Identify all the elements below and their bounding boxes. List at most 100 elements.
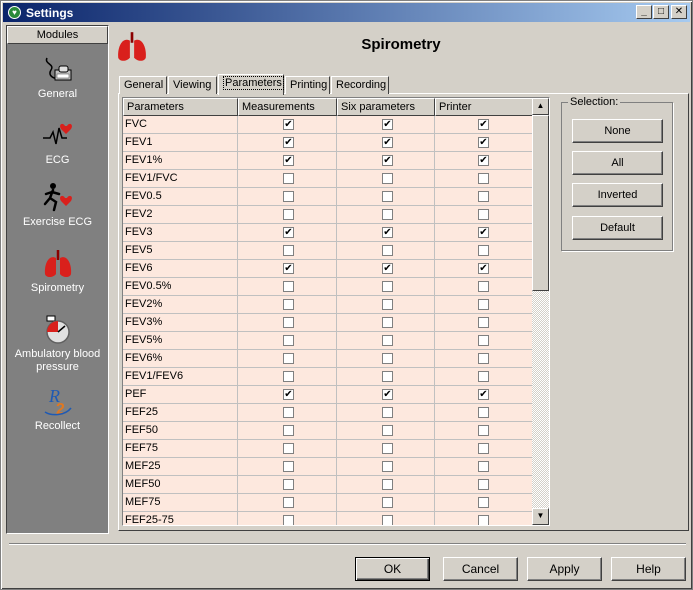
six-parameters-checkbox[interactable]: ✔ bbox=[382, 119, 393, 130]
printer-checkbox[interactable]: ✔ bbox=[478, 389, 489, 400]
six-parameters-checkbox[interactable] bbox=[382, 371, 393, 382]
measurements-checkbox[interactable] bbox=[283, 209, 294, 220]
printer-checkbox[interactable] bbox=[478, 461, 489, 472]
six-parameters-checkbox[interactable] bbox=[382, 299, 393, 310]
module-exercise-ecg[interactable]: Exercise ECG bbox=[7, 182, 108, 229]
measurements-checkbox[interactable] bbox=[283, 479, 294, 490]
printer-checkbox[interactable] bbox=[478, 425, 489, 436]
printer-checkbox[interactable] bbox=[478, 281, 489, 292]
measurements-checkbox[interactable]: ✔ bbox=[283, 137, 294, 148]
module-ecg[interactable]: ECG bbox=[7, 120, 108, 167]
tab-viewing[interactable]: Viewing bbox=[168, 76, 217, 94]
module-general[interactable]: General bbox=[7, 54, 108, 101]
six-parameters-checkbox[interactable] bbox=[382, 407, 393, 418]
measurements-checkbox[interactable] bbox=[283, 515, 294, 525]
measurements-checkbox[interactable] bbox=[283, 335, 294, 346]
vertical-scrollbar[interactable]: ▲ ▼ bbox=[532, 98, 549, 525]
measurements-checkbox[interactable] bbox=[283, 371, 294, 382]
six-parameters-checkbox[interactable]: ✔ bbox=[382, 155, 393, 166]
printer-checkbox[interactable] bbox=[478, 245, 489, 256]
column-header-parameters[interactable]: Parameters bbox=[123, 98, 238, 116]
six-parameters-checkbox[interactable]: ✔ bbox=[382, 263, 393, 274]
printer-checkbox[interactable] bbox=[478, 515, 489, 525]
measurements-checkbox[interactable] bbox=[283, 245, 294, 256]
measurements-checkbox[interactable]: ✔ bbox=[283, 263, 294, 274]
six-parameters-checkbox[interactable] bbox=[382, 317, 393, 328]
measurements-checkbox[interactable]: ✔ bbox=[283, 119, 294, 130]
measurements-checkbox[interactable] bbox=[283, 407, 294, 418]
scroll-up-button[interactable]: ▲ bbox=[532, 98, 549, 115]
printer-checkbox[interactable]: ✔ bbox=[478, 263, 489, 274]
six-parameters-checkbox[interactable] bbox=[382, 191, 393, 202]
module-recollect[interactable]: R 2 Recollect bbox=[7, 386, 108, 433]
select-all-button[interactable]: All bbox=[572, 151, 663, 175]
printer-checkbox[interactable] bbox=[478, 371, 489, 382]
six-parameters-checkbox[interactable]: ✔ bbox=[382, 227, 393, 238]
six-parameters-checkbox[interactable]: ✔ bbox=[382, 137, 393, 148]
measurements-checkbox[interactable] bbox=[283, 173, 294, 184]
column-header-measurements[interactable]: Measurements bbox=[238, 98, 337, 116]
maximize-button[interactable]: □ bbox=[653, 5, 669, 19]
six-parameters-checkbox[interactable] bbox=[382, 353, 393, 364]
measurements-checkbox[interactable] bbox=[283, 425, 294, 436]
measurements-checkbox[interactable] bbox=[283, 281, 294, 292]
printer-checkbox[interactable]: ✔ bbox=[478, 227, 489, 238]
title-bar[interactable]: ♥ Settings _ □ ✕ bbox=[3, 3, 690, 22]
printer-checkbox[interactable] bbox=[478, 479, 489, 490]
six-parameters-checkbox[interactable] bbox=[382, 497, 393, 508]
measurements-checkbox[interactable] bbox=[283, 191, 294, 202]
apply-button[interactable]: Apply bbox=[527, 557, 602, 581]
measurements-checkbox[interactable]: ✔ bbox=[283, 155, 294, 166]
measurements-checkbox[interactable] bbox=[283, 497, 294, 508]
column-header-printer[interactable]: Printer bbox=[435, 98, 533, 116]
printer-checkbox[interactable] bbox=[478, 317, 489, 328]
tab-general[interactable]: General bbox=[119, 76, 167, 94]
six-parameters-checkbox[interactable] bbox=[382, 209, 393, 220]
select-inverted-button[interactable]: Inverted bbox=[572, 183, 663, 207]
module-ambulatory-blood-pressure[interactable]: Ambulatory blood pressure bbox=[7, 314, 108, 374]
scroll-thumb[interactable] bbox=[532, 115, 549, 291]
printer-checkbox[interactable] bbox=[478, 497, 489, 508]
printer-checkbox[interactable] bbox=[478, 191, 489, 202]
tab-parameters[interactable]: Parameters bbox=[218, 74, 284, 95]
printer-checkbox[interactable]: ✔ bbox=[478, 119, 489, 130]
scroll-down-button[interactable]: ▼ bbox=[532, 508, 549, 525]
measurements-checkbox[interactable] bbox=[283, 317, 294, 328]
measurements-checkbox[interactable] bbox=[283, 353, 294, 364]
printer-checkbox[interactable] bbox=[478, 209, 489, 220]
six-parameters-checkbox[interactable] bbox=[382, 443, 393, 454]
printer-checkbox[interactable] bbox=[478, 335, 489, 346]
printer-checkbox[interactable] bbox=[478, 353, 489, 364]
printer-checkbox[interactable]: ✔ bbox=[478, 137, 489, 148]
six-parameters-checkbox[interactable] bbox=[382, 173, 393, 184]
column-header-six-parameters[interactable]: Six parameters bbox=[337, 98, 435, 116]
six-parameters-checkbox[interactable] bbox=[382, 479, 393, 490]
select-default-button[interactable]: Default bbox=[572, 216, 663, 240]
measurements-checkbox[interactable]: ✔ bbox=[283, 389, 294, 400]
printer-checkbox[interactable] bbox=[478, 407, 489, 418]
printer-checkbox[interactable] bbox=[478, 173, 489, 184]
help-button[interactable]: Help bbox=[611, 557, 686, 581]
printer-checkbox[interactable] bbox=[478, 443, 489, 454]
six-parameters-checkbox[interactable] bbox=[382, 461, 393, 472]
six-parameters-checkbox[interactable] bbox=[382, 515, 393, 525]
six-parameters-checkbox[interactable] bbox=[382, 281, 393, 292]
six-parameters-checkbox[interactable] bbox=[382, 245, 393, 256]
minimize-button[interactable]: _ bbox=[636, 5, 652, 19]
printer-checkbox[interactable] bbox=[478, 299, 489, 310]
measurements-checkbox[interactable]: ✔ bbox=[283, 227, 294, 238]
printer-checkbox[interactable]: ✔ bbox=[478, 155, 489, 166]
measurements-checkbox[interactable] bbox=[283, 299, 294, 310]
select-none-button[interactable]: None bbox=[572, 119, 663, 143]
close-button[interactable]: ✕ bbox=[671, 5, 687, 19]
measurements-checkbox[interactable] bbox=[283, 461, 294, 472]
six-parameters-checkbox[interactable]: ✔ bbox=[382, 389, 393, 400]
tab-recording[interactable]: Recording bbox=[331, 76, 389, 94]
six-parameters-checkbox[interactable] bbox=[382, 335, 393, 346]
ok-button[interactable]: OK bbox=[355, 557, 430, 581]
six-parameters-checkbox[interactable] bbox=[382, 425, 393, 436]
module-spirometry[interactable]: Spirometry bbox=[7, 248, 108, 295]
measurements-checkbox[interactable] bbox=[283, 443, 294, 454]
cancel-button[interactable]: Cancel bbox=[443, 557, 518, 581]
tab-printing[interactable]: Printing bbox=[285, 76, 330, 94]
